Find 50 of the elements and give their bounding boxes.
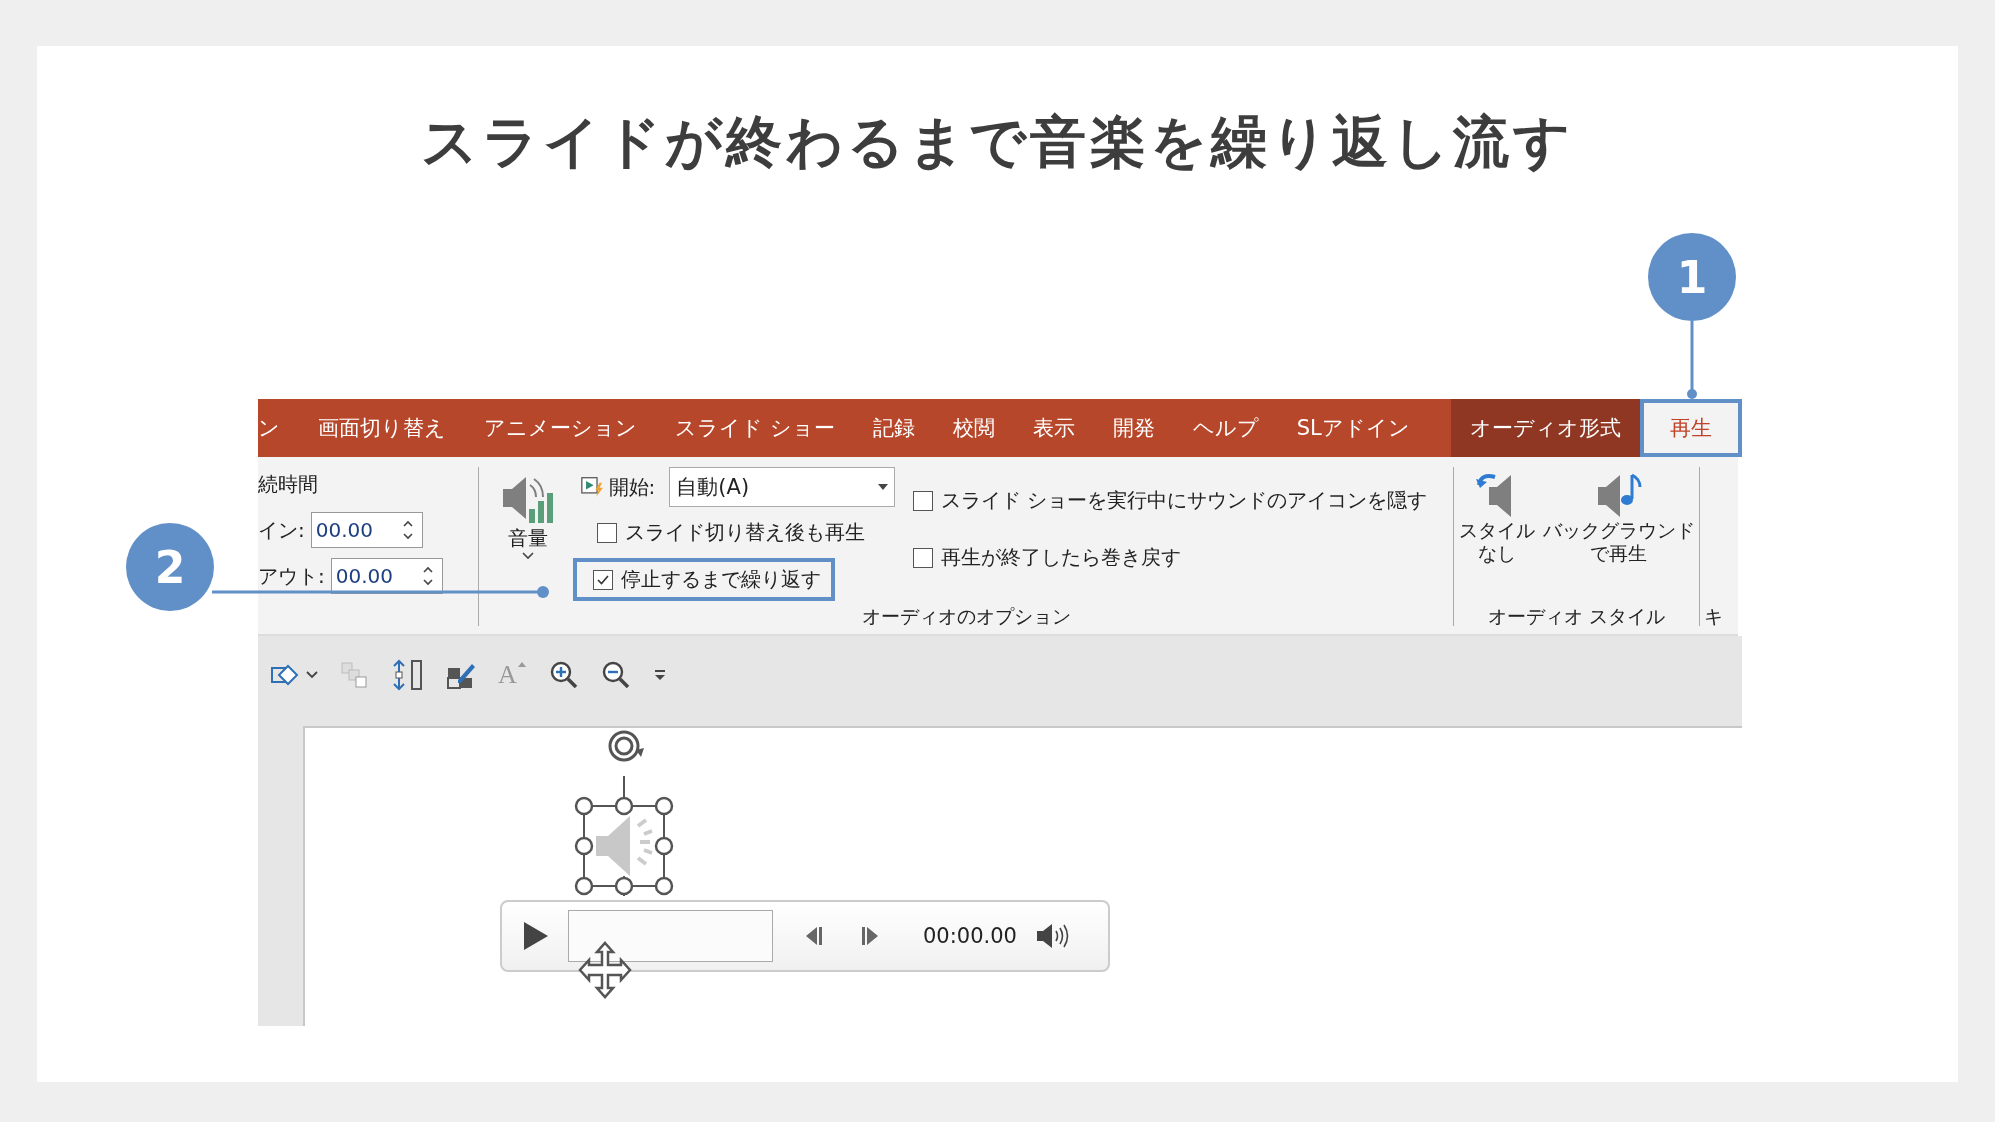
group-label: オーディオのオプション xyxy=(860,604,1072,629)
checkbox[interactable] xyxy=(593,569,613,590)
dropdown-arrow-icon[interactable] xyxy=(878,484,888,490)
ribbon-tab[interactable]: 表示 xyxy=(1013,399,1094,457)
style-button[interactable]: スタイル なし xyxy=(1458,469,1535,565)
page-title: スライドが終わるまで音楽を繰り返し流す xyxy=(420,108,1575,176)
ribbon-tab[interactable]: SLアドイン xyxy=(1277,399,1429,457)
start-dropdown[interactable]: 自動(A) xyxy=(669,467,895,507)
checkbox-option[interactable]: 再生が終了したら巻き戻す xyxy=(909,536,1195,579)
field-label: イン: xyxy=(258,516,305,544)
checkbox[interactable] xyxy=(597,522,617,543)
zoom-out-icon[interactable] xyxy=(600,660,631,690)
ribbon-tab[interactable]: ヘルプ xyxy=(1173,399,1278,457)
ribbon-tab[interactable]: スライド ショー xyxy=(656,399,854,457)
play-animation-icon xyxy=(581,474,605,500)
spinner-icon[interactable] xyxy=(421,565,434,587)
checkbox-option[interactable]: 停止するまで繰り返す xyxy=(573,558,835,601)
field-label: アウト: xyxy=(258,562,325,590)
ribbon-tab[interactable]: 画面切り替え xyxy=(299,399,465,457)
caret-icon[interactable] xyxy=(522,552,534,560)
time-field[interactable]: 00.00 xyxy=(310,512,423,548)
more-icon[interactable] xyxy=(652,668,667,682)
step-number-badge: 1 xyxy=(1648,233,1736,321)
checkbox-option[interactable]: スライド ショーを実行中にサウンドのアイコンを隠す xyxy=(909,479,1442,522)
volume-icon[interactable] xyxy=(1034,922,1069,950)
time-field[interactable]: 00.00 xyxy=(330,558,443,594)
checkbox[interactable] xyxy=(913,490,933,511)
zoom-in-icon[interactable] xyxy=(548,660,579,690)
progress-track[interactable] xyxy=(568,910,773,962)
checkbox-option[interactable]: スライド切り替え後も再生 xyxy=(573,511,879,554)
ribbon-tab[interactable]: 再生 xyxy=(1640,399,1742,457)
group-heading: 続時間 xyxy=(258,471,319,498)
group-label: キ xyxy=(1704,604,1724,629)
group-label: オーディオ スタイル xyxy=(1486,604,1666,629)
ribbon-tab[interactable]: 記録 xyxy=(853,399,934,457)
ribbon-tab[interactable]: ン xyxy=(258,399,299,457)
spinner-icon[interactable] xyxy=(401,519,414,541)
caret-icon[interactable] xyxy=(306,671,318,679)
style-button[interactable]: バックグラウンド で再生 xyxy=(1542,469,1695,565)
checkbox[interactable] xyxy=(913,547,933,568)
volume-button[interactable]: 音量 xyxy=(497,471,559,601)
up-arrow-icon xyxy=(516,660,527,668)
step-number-badge: 2 xyxy=(126,523,214,611)
ribbon-tab[interactable]: 校閲 xyxy=(933,399,1014,457)
start-label: 開始: xyxy=(608,473,656,501)
playback-time: 00:00.00 xyxy=(923,924,1017,948)
ribbon-tab[interactable]: オーディオ形式 xyxy=(1451,399,1640,457)
ribbon-tab[interactable]: 開発 xyxy=(1093,399,1174,457)
height-icon[interactable] xyxy=(390,659,424,691)
ribbon-tab[interactable]: アニメーション xyxy=(465,399,656,457)
